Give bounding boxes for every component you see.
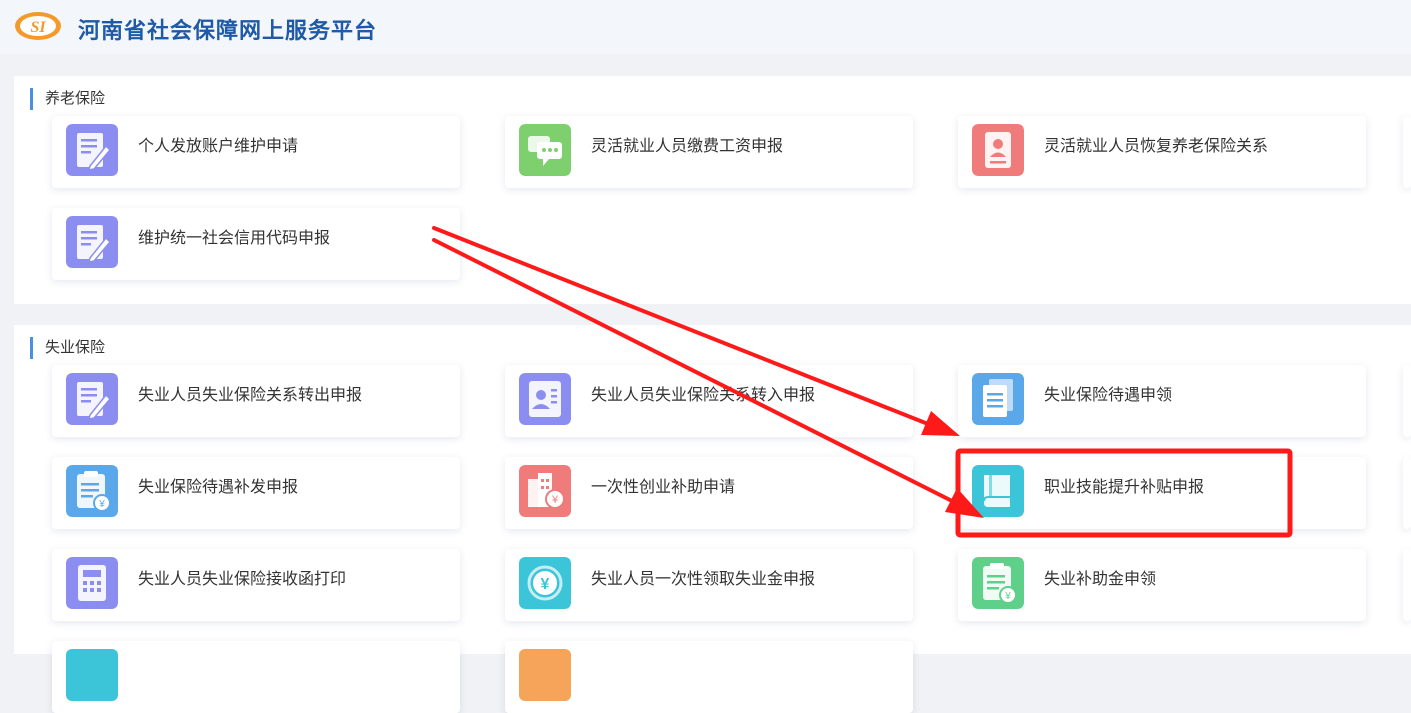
service-icon-partial [66, 649, 118, 701]
svg-text:¥: ¥ [1004, 591, 1011, 602]
form-edit-icon [66, 373, 118, 425]
service-card-partial[interactable] [505, 641, 913, 713]
site-header: SI 河南省社会保障网上服务平台 [0, 0, 1411, 54]
service-card-partial[interactable] [1403, 549, 1411, 621]
id-document-icon [972, 124, 1024, 176]
chat-icon [519, 124, 571, 176]
service-label: 个人发放账户维护申请 [138, 138, 299, 155]
document-stack-icon [972, 373, 1024, 425]
service-label: 一次性创业补助申请 [591, 479, 736, 496]
service-label: 失业人员一次性领取失业金申报 [591, 571, 816, 588]
service-label: 灵活就业人员缴费工资申报 [591, 138, 784, 155]
svg-text:¥: ¥ [541, 576, 550, 593]
service-card[interactable]: 失业保险待遇申领 [958, 365, 1366, 437]
section-title-unemployment: 失业保险 [30, 337, 105, 359]
service-card[interactable]: 维护统一社会信用代码申报 [52, 208, 460, 280]
service-card[interactable]: 失业人员失业保险接收函打印 [52, 549, 460, 621]
section-title-pension: 养老保险 [30, 88, 105, 110]
service-label: 失业保险待遇补发申报 [138, 479, 299, 496]
service-label: 灵活就业人员恢复养老保险关系 [1044, 138, 1269, 155]
service-card[interactable]: 灵活就业人员恢复养老保险关系 [958, 116, 1366, 188]
service-label: 失业人员失业保险关系转出申报 [138, 387, 363, 404]
service-card[interactable]: ¥ 一次性创业补助申请 [505, 457, 913, 529]
service-card[interactable]: ¥ 失业补助金申领 [958, 549, 1366, 621]
form-edit-icon [66, 124, 118, 176]
service-card-partial[interactable] [1403, 116, 1411, 188]
service-label: 失业补助金申领 [1044, 571, 1157, 588]
book-icon [972, 465, 1024, 517]
site-title: 河南省社会保障网上服务平台 [78, 18, 378, 43]
clipboard-yen-icon: ¥ [66, 465, 118, 517]
service-card-partial[interactable] [1403, 457, 1411, 529]
service-card[interactable]: 个人发放账户维护申请 [52, 116, 460, 188]
si-logo-icon[interactable]: SI [14, 11, 62, 41]
service-card[interactable]: 灵活就业人员缴费工资申报 [505, 116, 913, 188]
service-label: 失业保险待遇申领 [1044, 387, 1173, 404]
service-label: 失业人员失业保险接收函打印 [138, 571, 347, 588]
service-label: 维护统一社会信用代码申报 [138, 230, 331, 247]
building-yen-icon: ¥ [519, 465, 571, 517]
service-card-partial[interactable] [1403, 365, 1411, 437]
service-card[interactable]: 失业人员失业保险关系转出申报 [52, 365, 460, 437]
service-card-highlighted[interactable]: 职业技能提升补贴申报 [958, 457, 1366, 529]
service-icon-partial [519, 649, 571, 701]
service-card[interactable]: ¥ 失业保险待遇补发申报 [52, 457, 460, 529]
service-card-partial[interactable] [52, 641, 460, 713]
form-edit-icon [66, 216, 118, 268]
calculator-icon [66, 557, 118, 609]
svg-text:¥: ¥ [98, 499, 105, 510]
person-card-icon [519, 373, 571, 425]
yen-coin-icon: ¥ [519, 557, 571, 609]
svg-text:¥: ¥ [551, 494, 559, 506]
service-label: 职业技能提升补贴申报 [1044, 479, 1205, 496]
svg-text:SI: SI [30, 19, 46, 36]
service-label: 失业人员失业保险关系转入申报 [591, 387, 816, 404]
service-card[interactable]: 失业人员失业保险关系转入申报 [505, 365, 913, 437]
clipboard-yen-icon: ¥ [972, 557, 1024, 609]
service-card[interactable]: ¥ 失业人员一次性领取失业金申报 [505, 549, 913, 621]
